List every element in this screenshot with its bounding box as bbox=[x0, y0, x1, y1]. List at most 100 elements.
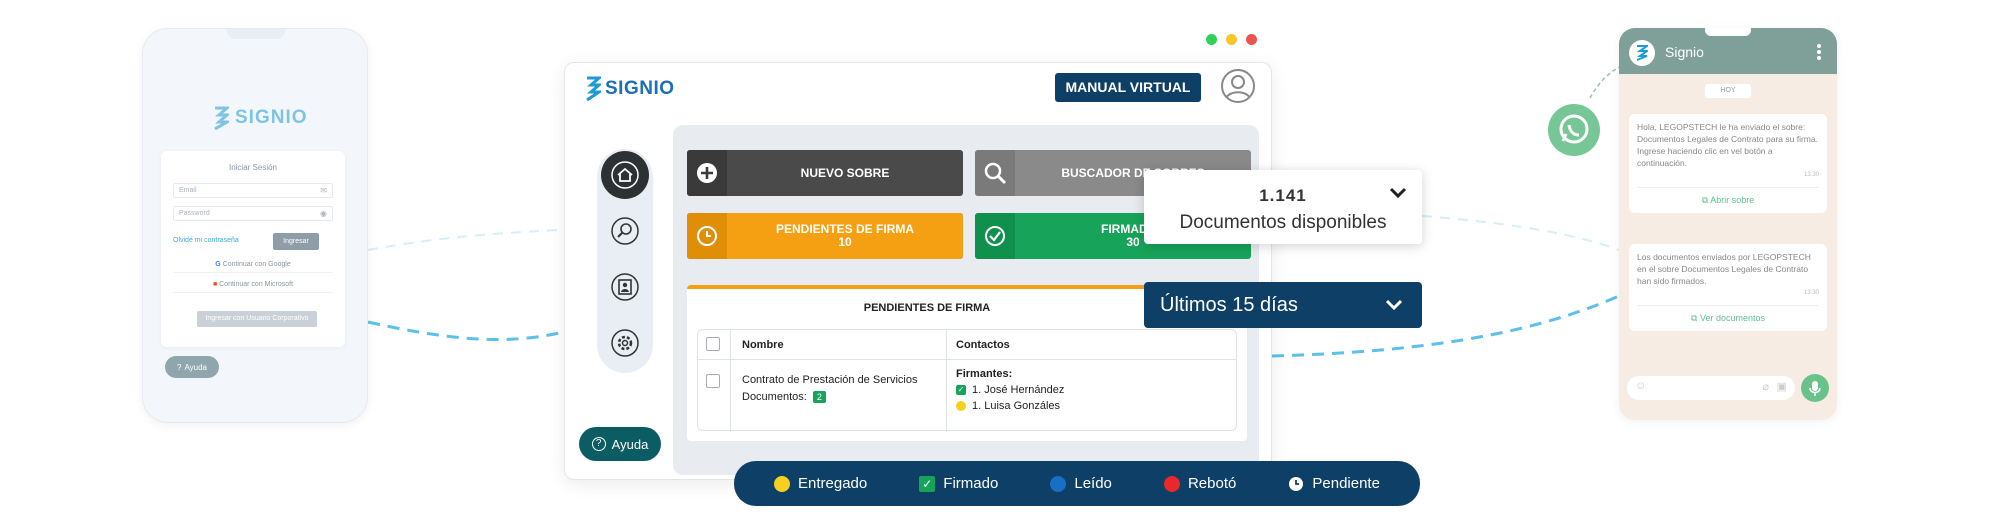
date-range-value: Últimos 15 días bbox=[1160, 293, 1298, 316]
emoji-icon[interactable]: ☺ bbox=[1635, 380, 1646, 392]
pending-signature-tile[interactable]: PENDIENTES DE FIRMA 10 bbox=[687, 213, 963, 259]
microsoft-login-button[interactable]: ■ Continuar con Microsoft bbox=[173, 277, 333, 293]
search-icon bbox=[611, 217, 639, 245]
google-icon: G bbox=[215, 261, 221, 268]
message-input[interactable]: ☺ ⌀ ▣ bbox=[1627, 376, 1795, 400]
table-row[interactable]: Contrato de Prestación de Servicios Docu… bbox=[698, 360, 1236, 430]
signer-name: 1. Luisa Gonzáles bbox=[972, 400, 1061, 412]
view-documents-button[interactable]: ⧉ Ver documentos bbox=[1637, 305, 1819, 324]
chevron-down-icon[interactable] bbox=[1388, 186, 1408, 200]
external-link-icon: ⧉ bbox=[1691, 313, 1698, 323]
camera-icon[interactable]: ▣ bbox=[1777, 380, 1787, 393]
documents-count-badge: 2 bbox=[812, 391, 826, 403]
signed-check-icon: ✓ bbox=[919, 475, 936, 492]
close-dot[interactable] bbox=[1246, 34, 1257, 45]
check-circle-icon bbox=[975, 213, 1015, 259]
microsoft-login-label: Continuar con Microsoft bbox=[219, 281, 294, 288]
chat-message: Los documentos enviados por LEGOPSTECH e… bbox=[1629, 244, 1827, 331]
legend-item-delivered: Entregado bbox=[774, 475, 867, 492]
help-label: Ayuda bbox=[184, 362, 207, 372]
whatsapp-badge bbox=[1548, 104, 1600, 156]
signio-logo-icon bbox=[214, 106, 229, 131]
forgot-password-link[interactable]: Olvidé mi contraseña bbox=[173, 237, 239, 244]
legend-item-bounced: Rebotó bbox=[1163, 475, 1236, 492]
mic-icon bbox=[1809, 381, 1821, 396]
documents-info: Documentos: 2 bbox=[742, 391, 826, 403]
eye-icon[interactable]: ◉ bbox=[320, 209, 327, 218]
manual-virtual-button[interactable]: MANUAL VIRTUAL bbox=[1055, 73, 1201, 102]
plus-icon bbox=[687, 150, 727, 196]
documents-label: Documentos disponibles bbox=[1179, 212, 1387, 233]
google-login-button[interactable]: G Continuar con Google bbox=[173, 257, 333, 273]
legend-label: Firmado bbox=[943, 475, 999, 492]
documents-available-card[interactable]: 1.141 Documentos disponibles bbox=[1144, 170, 1422, 244]
external-link-icon: ⧉ bbox=[1701, 195, 1709, 205]
header-name: Nombre bbox=[742, 339, 784, 351]
brand-name: SIGNIO bbox=[605, 78, 675, 99]
row-checkbox[interactable] bbox=[706, 374, 720, 388]
home-icon bbox=[611, 161, 639, 189]
delivered-dot-icon bbox=[774, 475, 791, 492]
email-field[interactable]: Email ✉ bbox=[173, 183, 333, 198]
password-field[interactable]: Password ◉ bbox=[173, 206, 333, 221]
help-button[interactable]: ? Ayuda bbox=[579, 427, 661, 461]
legend-item-signed: ✓ Firmado bbox=[919, 475, 998, 492]
user-icon bbox=[1225, 75, 1251, 100]
corporate-login-button[interactable]: Ingresar con Usuario Corporativo bbox=[197, 311, 317, 327]
new-envelope-label: NUEVO SOBRE bbox=[800, 165, 890, 180]
phone-notch bbox=[1705, 28, 1751, 36]
signer-item: 1. Luisa Gonzáles bbox=[956, 400, 1060, 412]
select-all-checkbox[interactable] bbox=[706, 337, 720, 351]
message-text: Hola, LEGOPSTECH le ha enviado el sobre:… bbox=[1637, 122, 1818, 168]
legend-item-read: Leído bbox=[1050, 475, 1112, 492]
signer-name: 1. José Hernández bbox=[972, 384, 1065, 396]
signers-label: Firmantes: bbox=[956, 368, 1013, 380]
microsoft-icon: ■ bbox=[212, 281, 218, 288]
date-range-select[interactable]: Últimos 15 días bbox=[1144, 282, 1422, 328]
chat-phone: Signio HOY Hola, LEGOPSTECH le ha enviad… bbox=[1619, 28, 1837, 420]
sidebar-item-settings[interactable] bbox=[601, 319, 649, 367]
minimize-dot[interactable] bbox=[1226, 34, 1237, 45]
legend-label: Pendiente bbox=[1312, 475, 1380, 492]
whatsapp-icon bbox=[1559, 114, 1589, 144]
signio-logo-icon bbox=[1636, 45, 1648, 61]
help-label: Ayuda bbox=[611, 436, 649, 452]
app-window: SIGNIO MANUAL VIRTUAL ? Ayuda NUEVO SOBR… bbox=[564, 62, 1272, 480]
sidebar bbox=[597, 149, 653, 373]
kebab-menu-icon[interactable] bbox=[1817, 44, 1821, 60]
sidebar-item-search[interactable] bbox=[601, 207, 649, 255]
brand-name: SIGNIO bbox=[235, 107, 308, 128]
help-button[interactable]: ? Ayuda bbox=[165, 356, 219, 378]
message-time: 13:30 bbox=[1803, 172, 1819, 178]
chat-name: Signio bbox=[1665, 44, 1704, 60]
login-button[interactable]: Ingresar bbox=[273, 233, 319, 250]
password-placeholder: Password bbox=[179, 210, 210, 217]
sidebar-item-home[interactable] bbox=[601, 151, 649, 199]
phone-notch bbox=[227, 29, 285, 39]
open-envelope-button[interactable]: ⧉ Abrir sobre bbox=[1637, 187, 1819, 206]
read-dot-icon bbox=[1050, 475, 1067, 492]
attach-icon[interactable]: ⌀ bbox=[1762, 380, 1769, 393]
clock-icon bbox=[687, 213, 727, 259]
email-placeholder: Email bbox=[179, 187, 197, 194]
clock-icon bbox=[1289, 476, 1304, 491]
user-avatar[interactable] bbox=[1221, 69, 1255, 103]
search-icon bbox=[975, 150, 1015, 196]
legend-label: Entregado bbox=[798, 475, 868, 492]
status-legend: Entregado ✓ Firmado Leído Rebotó Pendien… bbox=[734, 461, 1420, 506]
mail-icon: ✉ bbox=[320, 186, 327, 195]
login-card: Iniciar Sesión Email ✉ Password ◉ Olvidé… bbox=[161, 151, 345, 347]
message-text: Los documentos enviados por LEGOPSTECH e… bbox=[1637, 252, 1811, 286]
signio-logo-icon bbox=[586, 76, 601, 102]
sidebar-item-contacts[interactable] bbox=[601, 263, 649, 311]
login-logo: SIGNIO bbox=[213, 105, 308, 131]
google-login-label: Continuar con Google bbox=[222, 261, 291, 268]
mic-button[interactable] bbox=[1801, 374, 1829, 402]
maximize-dot[interactable] bbox=[1206, 34, 1217, 45]
settings-icon bbox=[611, 329, 639, 357]
chevron-down-icon bbox=[1385, 299, 1403, 311]
new-envelope-button[interactable]: NUEVO SOBRE bbox=[687, 150, 963, 196]
window-controls bbox=[1206, 34, 1257, 45]
chat-avatar bbox=[1629, 40, 1655, 66]
pending-count: 10 bbox=[838, 235, 852, 249]
